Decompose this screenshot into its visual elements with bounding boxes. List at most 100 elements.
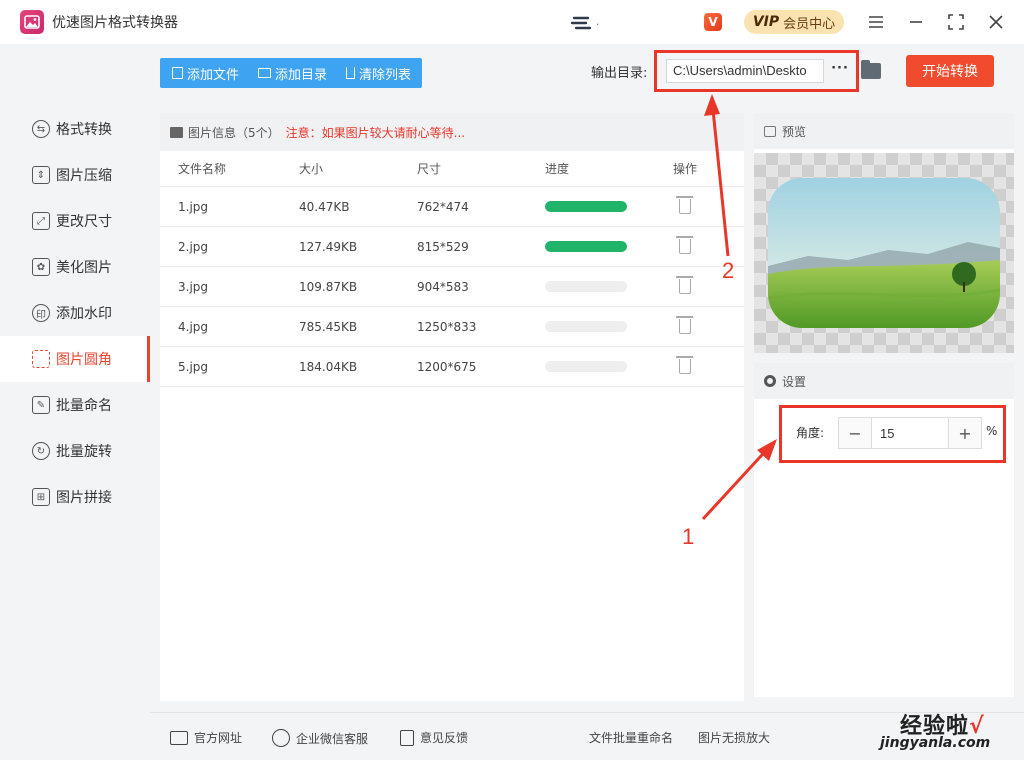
progress-bar — [545, 201, 627, 212]
file-dims: 1250*833 — [417, 319, 477, 334]
vip-center-button[interactable]: VIP 会员中心 — [744, 10, 844, 34]
file-dims: 815*529 — [417, 239, 469, 254]
sidebar-item-label: 图片圆角 — [56, 352, 112, 368]
progress-fill — [545, 241, 627, 252]
vip-badge-icon: VIP — [752, 14, 780, 30]
preview-image — [768, 178, 1000, 328]
progress-cell — [545, 241, 663, 252]
action-cell — [663, 236, 743, 254]
table-row: 5.jpg 184.04KB 1200*675 — [160, 347, 744, 387]
add-folder-button[interactable]: 添加目录 — [246, 58, 334, 88]
delete-icon[interactable] — [676, 356, 693, 374]
file-icon — [172, 67, 183, 79]
delete-icon[interactable] — [676, 316, 693, 334]
official-site-link[interactable]: 官方网址 — [170, 729, 242, 746]
delete-icon[interactable] — [676, 196, 693, 214]
action-cell — [663, 196, 743, 214]
stitch-icon: ⊞ — [32, 488, 50, 506]
file-dims: 904*583 — [417, 279, 469, 294]
start-convert-button[interactable]: 开始转换 — [906, 55, 994, 87]
wechat-support-label: 企业微信客服 — [296, 731, 369, 746]
sidebar-item-round-corner[interactable]: 图片圆角 — [0, 336, 150, 382]
minimize-icon[interactable] — [904, 10, 928, 34]
file-size: 127.49KB — [299, 239, 358, 254]
table-row: 4.jpg 785.45KB 1250*833 — [160, 307, 744, 347]
delete-icon[interactable] — [676, 236, 693, 254]
menu-icon[interactable] — [864, 10, 888, 34]
sidebar-item-rename[interactable]: ✎ 批量命名 — [0, 382, 150, 428]
progress-bar — [545, 281, 627, 292]
batch-rename-label: 文件批量重命名 — [589, 731, 674, 745]
table-header: 文件名称 大小 尺寸 进度 操作 — [160, 151, 744, 187]
format-convert-icon: ⇆ — [32, 120, 50, 138]
output-dir-label: 输出目录: — [591, 66, 648, 81]
sidebar-item-label: 更改尺寸 — [56, 214, 112, 230]
open-folder-icon[interactable] — [861, 60, 881, 79]
table-row: 2.jpg 127.49KB 815*529 — [160, 227, 744, 267]
title-bar: 优速图片格式转换器 · V VIP 会员中心 — [0, 0, 1024, 44]
progress-cell — [545, 361, 663, 372]
sidebar-item-compress[interactable]: ⇕ 图片压缩 — [0, 152, 150, 198]
sidebar-item-beautify[interactable]: ✿ 美化图片 — [0, 244, 150, 290]
file-name: 1.jpg — [178, 199, 209, 214]
annotation-box-2 — [654, 50, 859, 92]
svg-text:·: · — [596, 18, 600, 31]
feedback-label: 意见反馈 — [420, 731, 469, 745]
feedback-icon — [400, 729, 414, 746]
sidebar-item-label: 格式转换 — [56, 122, 112, 138]
file-name: 5.jpg — [178, 359, 209, 374]
gear-icon — [764, 375, 776, 387]
clear-list-button[interactable]: 清除列表 — [334, 58, 418, 88]
batch-rename-link[interactable]: 文件批量重命名 — [589, 729, 673, 746]
table-row: 3.jpg 109.87KB 904*583 — [160, 267, 744, 307]
maximize-icon[interactable] — [944, 10, 968, 34]
file-size: 785.45KB — [299, 319, 358, 334]
table-row: 1.jpg 40.47KB 762*474 — [160, 187, 744, 227]
feedback-link[interactable]: 意见反馈 — [400, 729, 468, 746]
add-folder-label: 添加目录 — [275, 67, 328, 83]
column-header: 进度 — [545, 162, 570, 176]
add-file-button[interactable]: 添加文件 — [160, 58, 246, 88]
progress-bar — [545, 361, 627, 372]
add-file-label: 添加文件 — [187, 67, 240, 83]
lossless-upscale-label: 图片无损放大 — [698, 731, 771, 745]
preview-header: 预览 — [754, 113, 1014, 149]
progress-cell — [545, 201, 663, 212]
sidebar-item-label: 添加水印 — [56, 306, 112, 322]
column-header: 操作 — [673, 162, 698, 176]
file-name: 2.jpg — [178, 239, 209, 254]
sidebar-item-label: 批量旋转 — [56, 444, 112, 460]
sidebar-item-watermark[interactable]: 印添加水印 — [0, 290, 150, 336]
progress-bar — [545, 241, 627, 252]
official-site-label: 官方网址 — [194, 731, 243, 745]
file-size: 40.47KB — [299, 199, 350, 214]
column-header: 尺寸 — [417, 162, 442, 176]
app-title: 优速图片格式转换器 — [52, 15, 178, 31]
settings-header: 设置 — [754, 363, 1014, 399]
sidebar-item-format-convert[interactable]: ⇆ 格式转换 — [0, 106, 150, 152]
file-panel-header: 图片信息（5个） 注意：如果图片较大请耐心等待... — [160, 113, 744, 151]
sidebar-item-label: 美化图片 — [56, 260, 112, 276]
wechat-support-link[interactable]: 企业微信客服 — [272, 729, 368, 747]
annotation-label-1: 1 — [682, 524, 695, 549]
lossless-upscale-link[interactable]: 图片无损放大 — [698, 729, 770, 746]
round-corner-icon — [32, 350, 50, 368]
preview-canvas — [754, 153, 1014, 353]
folder-outline-icon — [258, 68, 272, 78]
sidebar-item-rotate[interactable]: ↻ 批量旋转 — [0, 428, 150, 474]
sidebar: ⇆ 格式转换 ⇕ 图片压缩 ⤢ 更改尺寸 ✿ 美化图片 印添加水印 图片圆角 ✎ 批量命名… — [0, 44, 150, 712]
progress-cell — [545, 281, 663, 292]
settings-title: 设置 — [782, 374, 807, 389]
column-header: 大小 — [299, 162, 324, 176]
close-icon[interactable] — [984, 10, 1008, 34]
progress-bar — [545, 321, 627, 332]
resize-icon: ⤢ — [32, 212, 50, 230]
image-icon — [170, 126, 183, 138]
sidebar-item-stitch[interactable]: ⊞ 图片拼接 — [0, 474, 150, 520]
delete-icon[interactable] — [676, 276, 693, 294]
annotation-label-2: 2 — [722, 258, 735, 283]
progress-fill — [545, 201, 627, 212]
sidebar-item-resize[interactable]: ⤢ 更改尺寸 — [0, 198, 150, 244]
vip-logo-icon[interactable]: V — [704, 13, 722, 31]
file-size: 109.87KB — [299, 279, 358, 294]
